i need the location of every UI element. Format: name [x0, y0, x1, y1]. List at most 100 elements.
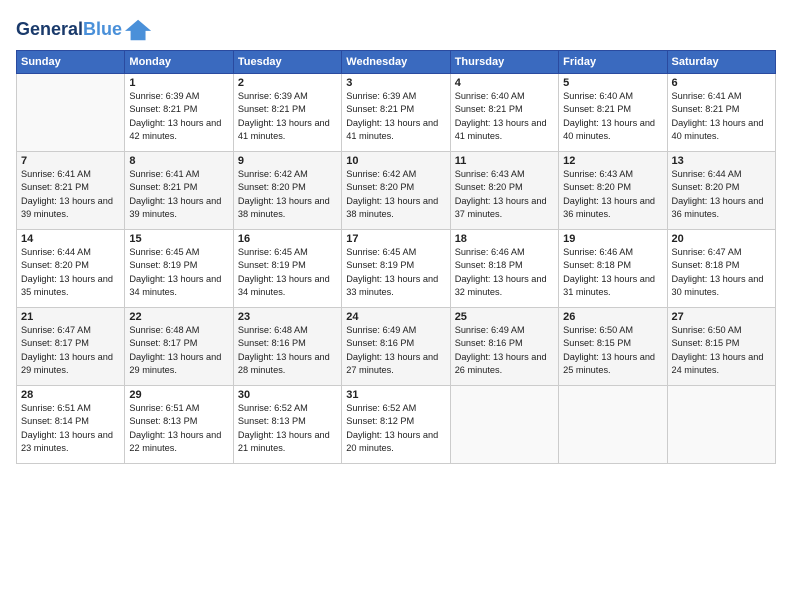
calendar-cell: 16Sunrise: 6:45 AMSunset: 8:19 PMDayligh…: [233, 230, 341, 308]
day-number: 9: [238, 155, 337, 167]
day-number: 15: [129, 233, 228, 245]
cell-info: Sunrise: 6:42 AMSunset: 8:20 PMDaylight:…: [346, 168, 445, 221]
calendar-container: GeneralBlue SundayMondayTuesdayWednesday…: [0, 0, 792, 612]
day-header-friday: Friday: [559, 51, 667, 74]
cell-info: Sunrise: 6:45 AMSunset: 8:19 PMDaylight:…: [346, 246, 445, 299]
calendar-cell: 28Sunrise: 6:51 AMSunset: 8:14 PMDayligh…: [17, 386, 125, 464]
cell-info: Sunrise: 6:44 AMSunset: 8:20 PMDaylight:…: [672, 168, 771, 221]
calendar-cell: 20Sunrise: 6:47 AMSunset: 8:18 PMDayligh…: [667, 230, 775, 308]
day-number: 18: [455, 233, 554, 245]
cell-info: Sunrise: 6:39 AMSunset: 8:21 PMDaylight:…: [238, 90, 337, 143]
day-number: 6: [672, 77, 771, 89]
day-header-saturday: Saturday: [667, 51, 775, 74]
calendar-cell: [559, 386, 667, 464]
day-number: 10: [346, 155, 445, 167]
calendar-cell: [450, 386, 558, 464]
cell-info: Sunrise: 6:49 AMSunset: 8:16 PMDaylight:…: [455, 324, 554, 377]
calendar-week-1: 1Sunrise: 6:39 AMSunset: 8:21 PMDaylight…: [17, 74, 776, 152]
day-number: 25: [455, 311, 554, 323]
logo: GeneralBlue: [16, 16, 153, 44]
calendar-cell: 12Sunrise: 6:43 AMSunset: 8:20 PMDayligh…: [559, 152, 667, 230]
cell-info: Sunrise: 6:52 AMSunset: 8:13 PMDaylight:…: [238, 402, 337, 455]
calendar-cell: 30Sunrise: 6:52 AMSunset: 8:13 PMDayligh…: [233, 386, 341, 464]
calendar-cell: 2Sunrise: 6:39 AMSunset: 8:21 PMDaylight…: [233, 74, 341, 152]
day-number: 4: [455, 77, 554, 89]
calendar-cell: [17, 74, 125, 152]
day-number: 30: [238, 389, 337, 401]
day-number: 8: [129, 155, 228, 167]
cell-info: Sunrise: 6:52 AMSunset: 8:12 PMDaylight:…: [346, 402, 445, 455]
calendar-cell: 8Sunrise: 6:41 AMSunset: 8:21 PMDaylight…: [125, 152, 233, 230]
calendar-cell: 27Sunrise: 6:50 AMSunset: 8:15 PMDayligh…: [667, 308, 775, 386]
day-number: 29: [129, 389, 228, 401]
calendar-cell: [667, 386, 775, 464]
day-header-thursday: Thursday: [450, 51, 558, 74]
calendar-cell: 31Sunrise: 6:52 AMSunset: 8:12 PMDayligh…: [342, 386, 450, 464]
day-number: 5: [563, 77, 662, 89]
day-number: 28: [21, 389, 120, 401]
cell-info: Sunrise: 6:39 AMSunset: 8:21 PMDaylight:…: [346, 90, 445, 143]
calendar-cell: 15Sunrise: 6:45 AMSunset: 8:19 PMDayligh…: [125, 230, 233, 308]
calendar-cell: 18Sunrise: 6:46 AMSunset: 8:18 PMDayligh…: [450, 230, 558, 308]
cell-info: Sunrise: 6:47 AMSunset: 8:17 PMDaylight:…: [21, 324, 120, 377]
cell-info: Sunrise: 6:50 AMSunset: 8:15 PMDaylight:…: [672, 324, 771, 377]
cell-info: Sunrise: 6:42 AMSunset: 8:20 PMDaylight:…: [238, 168, 337, 221]
calendar-cell: 24Sunrise: 6:49 AMSunset: 8:16 PMDayligh…: [342, 308, 450, 386]
calendar-cell: 7Sunrise: 6:41 AMSunset: 8:21 PMDaylight…: [17, 152, 125, 230]
calendar-cell: 6Sunrise: 6:41 AMSunset: 8:21 PMDaylight…: [667, 74, 775, 152]
calendar-header-row: SundayMondayTuesdayWednesdayThursdayFrid…: [17, 51, 776, 74]
cell-info: Sunrise: 6:41 AMSunset: 8:21 PMDaylight:…: [21, 168, 120, 221]
calendar-cell: 29Sunrise: 6:51 AMSunset: 8:13 PMDayligh…: [125, 386, 233, 464]
day-number: 31: [346, 389, 445, 401]
cell-info: Sunrise: 6:40 AMSunset: 8:21 PMDaylight:…: [455, 90, 554, 143]
day-number: 26: [563, 311, 662, 323]
calendar-cell: 3Sunrise: 6:39 AMSunset: 8:21 PMDaylight…: [342, 74, 450, 152]
calendar-table: SundayMondayTuesdayWednesdayThursdayFrid…: [16, 50, 776, 464]
day-number: 22: [129, 311, 228, 323]
calendar-cell: 21Sunrise: 6:47 AMSunset: 8:17 PMDayligh…: [17, 308, 125, 386]
day-number: 13: [672, 155, 771, 167]
day-number: 7: [21, 155, 120, 167]
calendar-cell: 26Sunrise: 6:50 AMSunset: 8:15 PMDayligh…: [559, 308, 667, 386]
calendar-cell: 13Sunrise: 6:44 AMSunset: 8:20 PMDayligh…: [667, 152, 775, 230]
cell-info: Sunrise: 6:47 AMSunset: 8:18 PMDaylight:…: [672, 246, 771, 299]
day-header-tuesday: Tuesday: [233, 51, 341, 74]
day-number: 24: [346, 311, 445, 323]
calendar-week-3: 14Sunrise: 6:44 AMSunset: 8:20 PMDayligh…: [17, 230, 776, 308]
cell-info: Sunrise: 6:51 AMSunset: 8:14 PMDaylight:…: [21, 402, 120, 455]
day-header-sunday: Sunday: [17, 51, 125, 74]
calendar-cell: 1Sunrise: 6:39 AMSunset: 8:21 PMDaylight…: [125, 74, 233, 152]
cell-info: Sunrise: 6:44 AMSunset: 8:20 PMDaylight:…: [21, 246, 120, 299]
cell-info: Sunrise: 6:48 AMSunset: 8:16 PMDaylight:…: [238, 324, 337, 377]
calendar-week-4: 21Sunrise: 6:47 AMSunset: 8:17 PMDayligh…: [17, 308, 776, 386]
day-number: 16: [238, 233, 337, 245]
calendar-cell: 5Sunrise: 6:40 AMSunset: 8:21 PMDaylight…: [559, 74, 667, 152]
cell-info: Sunrise: 6:49 AMSunset: 8:16 PMDaylight:…: [346, 324, 445, 377]
calendar-week-5: 28Sunrise: 6:51 AMSunset: 8:14 PMDayligh…: [17, 386, 776, 464]
cell-info: Sunrise: 6:40 AMSunset: 8:21 PMDaylight:…: [563, 90, 662, 143]
day-number: 14: [21, 233, 120, 245]
day-number: 17: [346, 233, 445, 245]
calendar-cell: 23Sunrise: 6:48 AMSunset: 8:16 PMDayligh…: [233, 308, 341, 386]
calendar-cell: 25Sunrise: 6:49 AMSunset: 8:16 PMDayligh…: [450, 308, 558, 386]
day-number: 27: [672, 311, 771, 323]
day-number: 12: [563, 155, 662, 167]
cell-info: Sunrise: 6:48 AMSunset: 8:17 PMDaylight:…: [129, 324, 228, 377]
cell-info: Sunrise: 6:39 AMSunset: 8:21 PMDaylight:…: [129, 90, 228, 143]
logo-text: GeneralBlue: [16, 20, 122, 40]
calendar-cell: 14Sunrise: 6:44 AMSunset: 8:20 PMDayligh…: [17, 230, 125, 308]
calendar-cell: 11Sunrise: 6:43 AMSunset: 8:20 PMDayligh…: [450, 152, 558, 230]
cell-info: Sunrise: 6:41 AMSunset: 8:21 PMDaylight:…: [672, 90, 771, 143]
calendar-cell: 19Sunrise: 6:46 AMSunset: 8:18 PMDayligh…: [559, 230, 667, 308]
calendar-cell: 10Sunrise: 6:42 AMSunset: 8:20 PMDayligh…: [342, 152, 450, 230]
cell-info: Sunrise: 6:45 AMSunset: 8:19 PMDaylight:…: [129, 246, 228, 299]
calendar-week-2: 7Sunrise: 6:41 AMSunset: 8:21 PMDaylight…: [17, 152, 776, 230]
cell-info: Sunrise: 6:43 AMSunset: 8:20 PMDaylight:…: [563, 168, 662, 221]
day-number: 23: [238, 311, 337, 323]
day-number: 21: [21, 311, 120, 323]
calendar-cell: 22Sunrise: 6:48 AMSunset: 8:17 PMDayligh…: [125, 308, 233, 386]
logo-icon: [125, 16, 153, 44]
cell-info: Sunrise: 6:45 AMSunset: 8:19 PMDaylight:…: [238, 246, 337, 299]
cell-info: Sunrise: 6:50 AMSunset: 8:15 PMDaylight:…: [563, 324, 662, 377]
day-number: 11: [455, 155, 554, 167]
